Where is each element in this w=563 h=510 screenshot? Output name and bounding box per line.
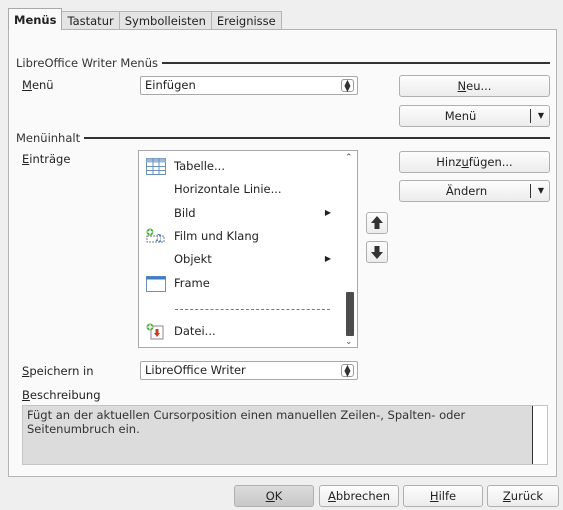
chevron-down-icon: ▼ — [537, 111, 544, 120]
section-menu-content-title: Menüinhalt — [16, 131, 81, 145]
section-writer-menus: LibreOffice Writer Menüs — [16, 56, 550, 70]
list-item[interactable]: Objekt ▶ — [146, 248, 336, 270]
back-button[interactable]: Zurück — [487, 485, 559, 507]
new-menu-button[interactable]: Neu... — [399, 75, 550, 97]
menu-label: Menü — [22, 78, 54, 92]
media-icon: ♫ — [146, 228, 165, 244]
menu-select-value: Einfügen — [145, 78, 196, 92]
section-separator — [162, 62, 550, 64]
frame-icon — [146, 276, 166, 292]
list-scrollbar[interactable]: ⌃ ⌄ — [343, 151, 357, 347]
move-up-button[interactable] — [366, 212, 388, 234]
menu-separator — [175, 309, 330, 310]
tab-menus[interactable]: Menüs — [8, 8, 63, 30]
move-down-button[interactable] — [366, 241, 388, 263]
split-divider — [530, 184, 531, 198]
ok-button[interactable]: OK — [234, 485, 314, 507]
table-icon — [146, 158, 166, 175]
section-menu-content: Menüinhalt — [16, 131, 550, 145]
split-divider — [530, 109, 531, 123]
tab-toolbars[interactable]: Symbolleisten — [118, 11, 212, 30]
select-arrows-icon: ▲ ▼ — [341, 364, 354, 378]
menu-select[interactable]: Einfügen ▲ ▼ — [140, 76, 358, 95]
save-in-value: LibreOffice Writer — [145, 363, 246, 377]
description-label: Beschreibung — [22, 388, 101, 402]
arrow-up-icon — [371, 216, 383, 229]
scrollbar-thumb[interactable] — [346, 292, 354, 336]
tab-keyboard[interactable]: Tastatur — [61, 11, 120, 30]
menu-dropdown-button[interactable]: Menü ▼ — [399, 105, 550, 127]
description-text: Fügt an der aktuellen Cursorposition ein… — [22, 405, 548, 465]
add-entry-button[interactable]: Hinzufügen... — [399, 151, 550, 173]
list-item[interactable]: Tabelle... — [146, 155, 336, 177]
list-item[interactable]: Bild ▶ — [146, 202, 336, 224]
entries-label: Einträge — [22, 152, 71, 166]
entries-list[interactable]: Tabelle... Horizontale Linie... Bild ▶ ♫… — [138, 150, 358, 348]
save-in-select[interactable]: LibreOffice Writer ▲ ▼ — [140, 361, 358, 380]
section-writer-menus-title: LibreOffice Writer Menüs — [16, 56, 158, 70]
list-item[interactable]: Frame — [146, 272, 336, 294]
save-in-label: Speichern in — [22, 364, 94, 378]
submenu-arrow-icon: ▶ — [324, 208, 331, 217]
list-item[interactable]: Datei... — [146, 320, 336, 342]
cancel-button[interactable]: Abbrechen — [319, 485, 399, 507]
help-button[interactable]: Hilfe — [403, 485, 483, 507]
tab-bar: Menüs Tastatur Symbolleisten Ereignisse — [8, 8, 282, 30]
scroll-down-icon[interactable]: ⌄ — [345, 337, 353, 347]
text-cursor-area — [532, 406, 547, 464]
scroll-up-icon[interactable]: ⌃ — [345, 153, 353, 163]
select-arrows-icon: ▲ ▼ — [341, 79, 354, 93]
svg-text:♫: ♫ — [154, 233, 163, 244]
section-separator — [84, 137, 550, 139]
menu-dropdown-label: Menü — [444, 109, 477, 123]
insert-file-icon — [146, 323, 164, 340]
list-item[interactable]: Horizontale Linie... — [146, 178, 336, 200]
submenu-arrow-icon: ▶ — [324, 254, 331, 263]
modify-dropdown-button[interactable]: Ändern ▼ — [399, 180, 550, 202]
tab-events[interactable]: Ereignisse — [210, 11, 282, 30]
list-item[interactable]: ♫ Film und Klang — [146, 225, 336, 247]
arrow-down-icon — [371, 246, 383, 259]
chevron-down-icon: ▼ — [537, 186, 544, 195]
modify-dropdown-label: Ändern — [445, 184, 488, 198]
